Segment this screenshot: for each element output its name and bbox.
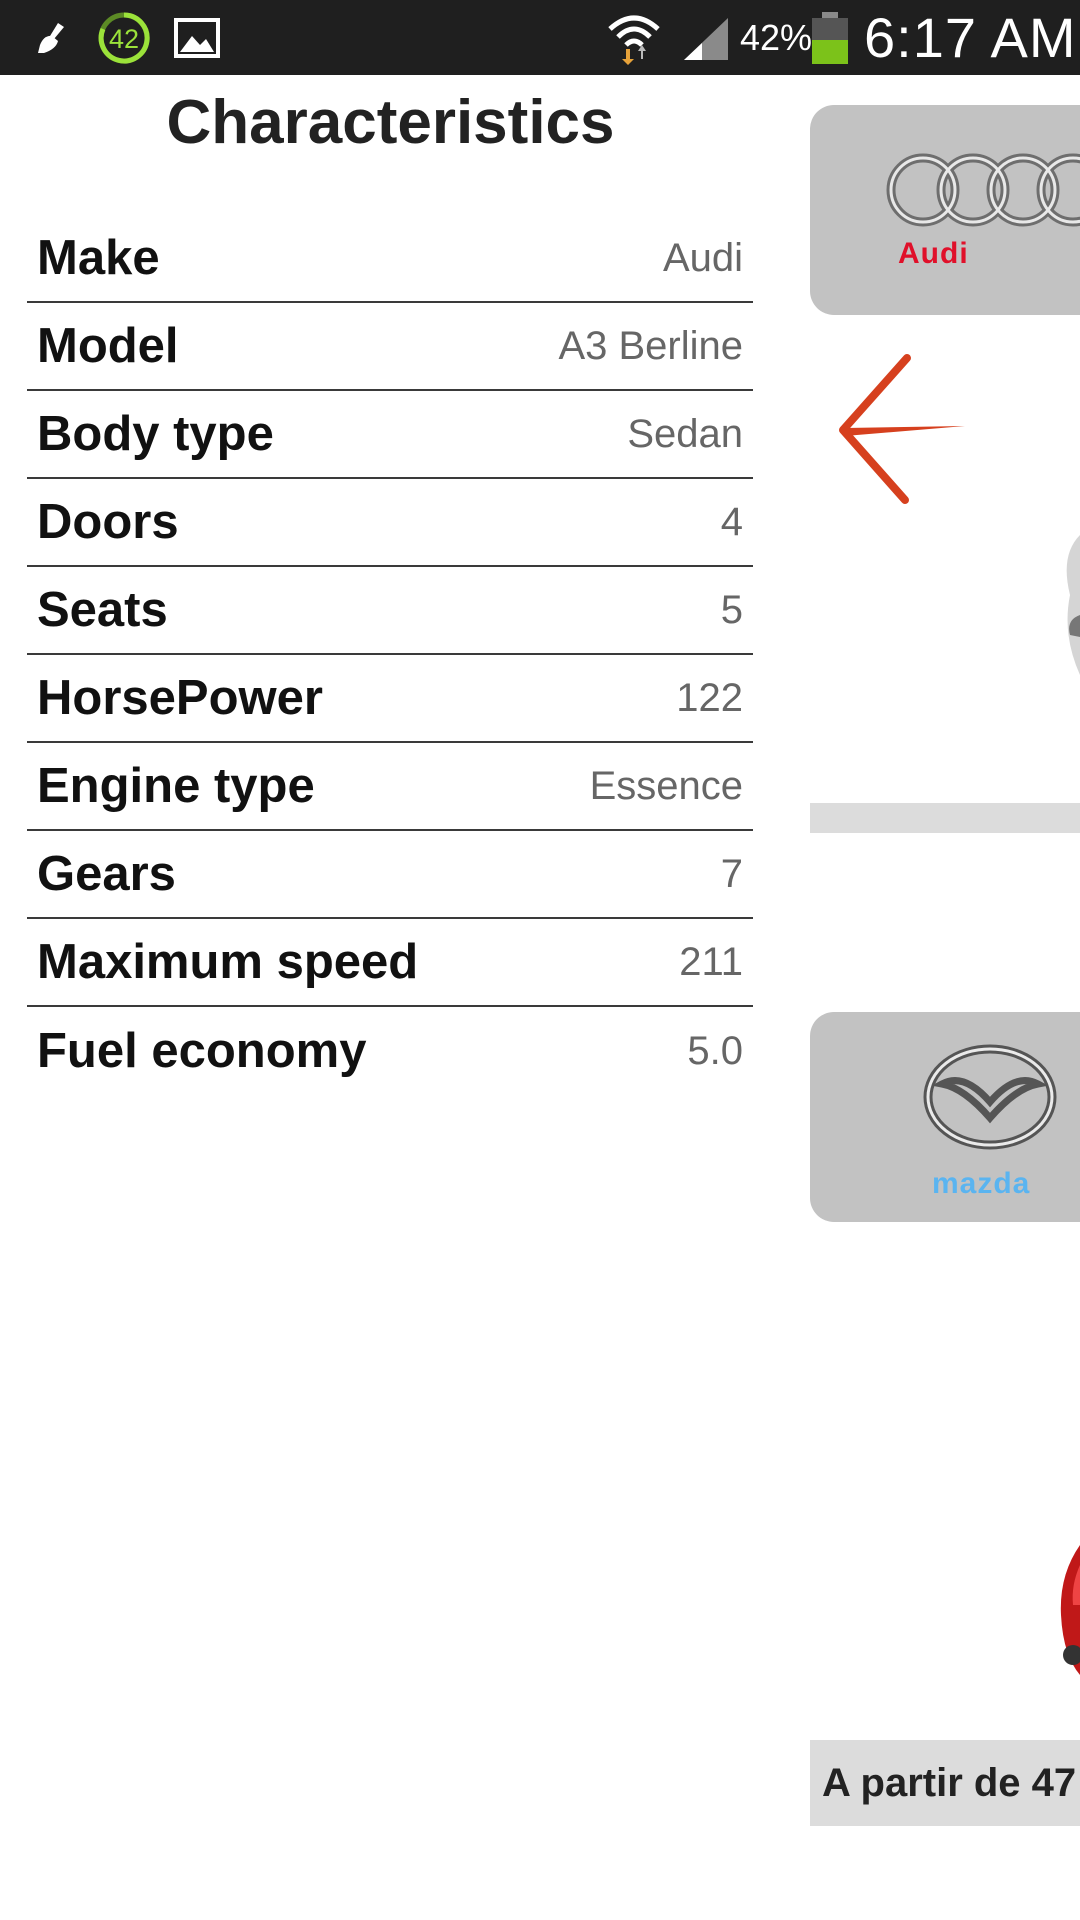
row-value: 5 — [720, 587, 743, 632]
audi-logo-text: Audi — [898, 237, 969, 270]
row-seats: Seats 5 — [27, 567, 753, 655]
row-body-type: Body type Sedan — [27, 391, 753, 479]
row-value: A3 Berline — [558, 323, 743, 368]
row-label: Model — [37, 319, 179, 373]
badge-icon: 42 — [97, 0, 151, 75]
row-maximum-speed: Maximum speed 211 — [27, 919, 753, 1007]
page-title: Characteristics — [166, 88, 615, 157]
battery-percent: 42% — [740, 16, 813, 58]
mazda-logo-text: mazda — [932, 1167, 1031, 1200]
row-label: Seats — [37, 583, 168, 637]
row-label: Maximum speed — [37, 935, 419, 989]
characteristics-list: Make Audi Model A3 Berline Body type Sed… — [27, 215, 753, 1095]
status-clock: 6:17 AM — [864, 6, 1077, 69]
audi-rings-logo — [886, 153, 1080, 227]
row-value: Audi — [662, 235, 743, 280]
row-gears: Gears 7 — [27, 831, 753, 919]
row-fuel-economy: Fuel economy 5.0 — [27, 1007, 753, 1095]
row-value: Essence — [589, 763, 743, 808]
price-label: A partir de 47 — [810, 1740, 1080, 1826]
row-make: Make Audi — [27, 215, 753, 303]
row-value: 122 — [676, 675, 743, 720]
row-value: 4 — [720, 499, 743, 544]
row-label: Engine type — [37, 759, 315, 813]
car-image-partial — [1066, 535, 1080, 675]
red-car-image-partial — [1060, 1545, 1080, 1675]
row-label: HorsePower — [37, 671, 323, 725]
mazda-logo — [923, 1044, 1057, 1150]
broom-icon — [34, 0, 72, 75]
row-value: Sedan — [627, 411, 743, 456]
status-bar: 42 42% 6:17 AM — [0, 0, 1080, 75]
row-model: Model A3 Berline — [27, 303, 753, 391]
battery-icon — [810, 0, 850, 75]
signal-icon — [680, 0, 732, 75]
row-value: 211 — [679, 939, 743, 984]
row-label: Body type — [37, 407, 274, 461]
car-caption-bar — [810, 803, 1080, 833]
row-label: Doors — [37, 495, 179, 549]
audi-brand-card[interactable]: Audi — [810, 105, 1080, 315]
wifi-icon — [606, 0, 662, 75]
row-horsepower: HorsePower 122 — [27, 655, 753, 743]
mazda-brand-card[interactable]: mazda — [810, 1012, 1080, 1222]
row-value: 7 — [720, 851, 743, 896]
car-carousel[interactable]: Audi mazda A partir de 47 — [810, 75, 1080, 1920]
row-engine-type: Engine type Essence — [27, 743, 753, 831]
notification-badge-count: 42 — [109, 24, 139, 54]
row-label: Fuel economy — [37, 1024, 367, 1078]
row-value: 5.0 — [687, 1028, 743, 1073]
row-label: Make — [37, 231, 160, 285]
row-doors: Doors 4 — [27, 479, 753, 567]
back-arrow-icon[interactable] — [835, 350, 975, 510]
gallery-icon — [174, 0, 220, 75]
row-label: Gears — [37, 847, 176, 901]
